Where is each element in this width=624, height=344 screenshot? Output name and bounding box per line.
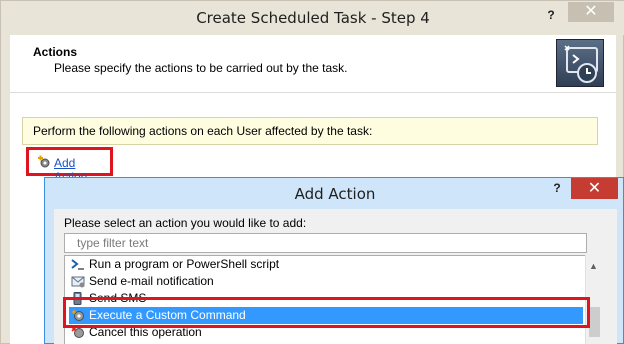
powershell-icon (71, 258, 85, 271)
scrollbar-thumb[interactable] (589, 307, 600, 337)
filter-input[interactable] (65, 234, 586, 252)
scroll-up-arrow-icon[interactable]: ▲ (589, 261, 598, 271)
outer-help-button[interactable]: ? (541, 8, 561, 26)
dialog-title: Add Action (294, 185, 376, 203)
add-action-icon (37, 155, 51, 169)
select-action-prompt: Please select an action you would like t… (64, 216, 307, 230)
wizard-header: Actions Please specify the actions to be… (10, 35, 616, 93)
outer-window-title: Create Scheduled Task - Step 4 (196, 9, 430, 27)
action-item-label: Run a program or PowerShell script (89, 257, 280, 271)
email-icon (71, 275, 85, 288)
filter-input-box[interactable] (64, 233, 587, 253)
action-item-run-program[interactable]: Run a program or PowerShell script (69, 256, 583, 273)
outer-close-button[interactable]: ✕ (568, 2, 614, 22)
action-item-label: Send e-mail notification (89, 274, 214, 288)
step-subtitle: Please specify the actions to be carried… (54, 61, 348, 75)
dialog-help-button[interactable]: ? (548, 181, 566, 199)
outer-titlebar[interactable]: Create Scheduled Task - Step 4 ? ✕ (1, 1, 624, 35)
add-action-highlight: Add Action (26, 147, 113, 184)
step-title: Actions (33, 45, 78, 59)
selected-action-highlight (63, 297, 590, 328)
scheduled-task-icon (556, 39, 604, 87)
action-item-send-email[interactable]: Send e-mail notification (69, 273, 583, 290)
actions-info-box: Perform the following actions on each Us… (22, 117, 598, 145)
dialog-close-button[interactable]: ✕ (571, 178, 618, 199)
actions-info-text: Perform the following actions on each Us… (33, 124, 373, 138)
